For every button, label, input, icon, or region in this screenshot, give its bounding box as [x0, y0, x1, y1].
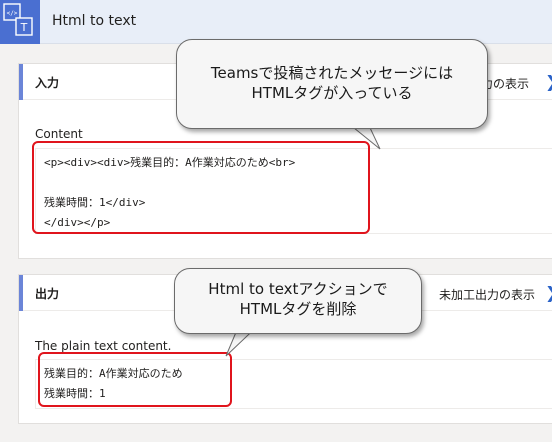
callout-line: Html to textアクションで: [208, 280, 388, 298]
section-accent: [19, 275, 23, 311]
callout-line: HTMLタグを削除: [239, 300, 357, 318]
action-title: Html to text: [52, 13, 137, 29]
callout-line: HTMLタグが入っている: [251, 84, 413, 102]
input-section-title: 入力: [35, 76, 60, 90]
show-raw-output-link[interactable]: 未加工出力の表示: [439, 286, 535, 303]
action-header[interactable]: </> T Html to text: [0, 0, 552, 44]
output-highlight-box: [38, 352, 232, 407]
html-to-text-icon: </> T: [0, 0, 40, 44]
svg-text:</>: </>: [7, 10, 18, 17]
chevron-right-icon[interactable]: ❯: [545, 283, 552, 302]
input-highlight-box: [32, 141, 370, 234]
callout-line: Teamsで投稿されたメッセージには: [210, 64, 454, 82]
show-raw-input-link[interactable]: 力の表示: [481, 75, 529, 92]
svg-text:T: T: [20, 21, 28, 34]
section-accent: [19, 64, 23, 100]
output-section-title: 出力: [35, 287, 60, 301]
content-field-label: Content: [35, 127, 83, 141]
callout-html-tags: Teamsで投稿されたメッセージには HTMLタグが入っている: [176, 39, 488, 129]
plain-text-field-label: The plain text content.: [35, 339, 172, 353]
chevron-right-icon[interactable]: ❯: [545, 72, 552, 91]
callout-remove-tags: Html to textアクションで HTMLタグを削除: [174, 268, 422, 334]
